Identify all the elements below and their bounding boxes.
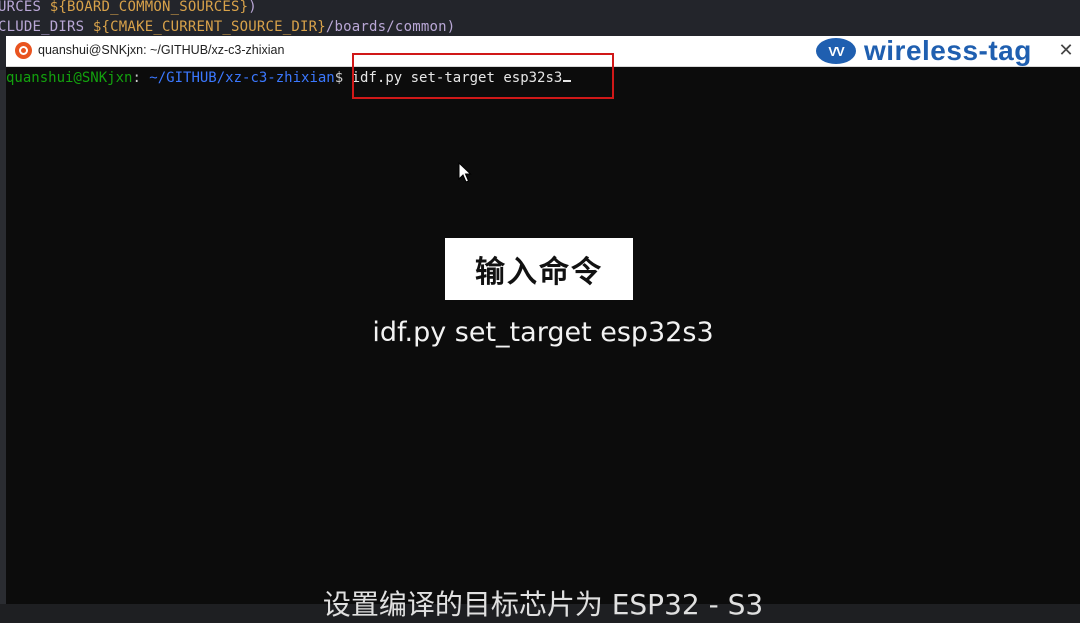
code-variable: ${CMAKE_CURRENT_SOURCE_DIR} xyxy=(92,19,326,35)
code-variable: ${BOARD_COMMON_SOURCES} xyxy=(49,0,249,15)
caption-title: 输入命令 xyxy=(475,255,603,290)
window-title: quanshui@SNKjxn: ~/GITHUB/xz-c3-zhixian xyxy=(38,43,285,57)
code-line: URCES ${BOARD_COMMON_SOURCES}) xyxy=(0,0,257,15)
close-button[interactable]: ✕ xyxy=(1056,39,1076,63)
command-highlight-box xyxy=(352,53,614,99)
brand-logo-text: wireless-tag xyxy=(864,35,1032,66)
prompt-symbol: $ xyxy=(334,70,344,86)
caption-command: idf.py set_target esp32s3 xyxy=(372,317,714,348)
code-text: ) xyxy=(248,0,257,15)
caption-title-box: 输入命令 xyxy=(445,238,633,300)
code-text: CLUDE_DIRS xyxy=(0,19,93,35)
terminal-window[interactable]: quanshui@SNKjxn: ~/GITHUB/xz-c3-zhixian … xyxy=(6,34,1080,621)
prompt-path: ~/GITHUB/xz-c3-zhixian xyxy=(140,70,335,86)
brand-logo: VV wireless-tag xyxy=(816,34,1032,68)
code-line: CLUDE_DIRS ${CMAKE_CURRENT_SOURCE_DIR}/b… xyxy=(0,19,455,35)
prompt-separator: : xyxy=(132,70,141,86)
video-subtitle: 设置编译的目标芯片为 ESP32 - S3 xyxy=(322,588,764,621)
code-text: /boards/common) xyxy=(325,19,456,35)
prompt-user-host: quanshui@SNKjxn xyxy=(6,70,133,86)
terminal-body[interactable]: quanshui@SNKjxn: ~/GITHUB/xz-c3-zhixian$… xyxy=(6,53,1080,621)
mouse-pointer-icon xyxy=(458,162,472,183)
code-text: URCES xyxy=(0,0,50,15)
ubuntu-icon xyxy=(15,42,32,59)
brand-logo-icon: VV xyxy=(816,38,856,64)
